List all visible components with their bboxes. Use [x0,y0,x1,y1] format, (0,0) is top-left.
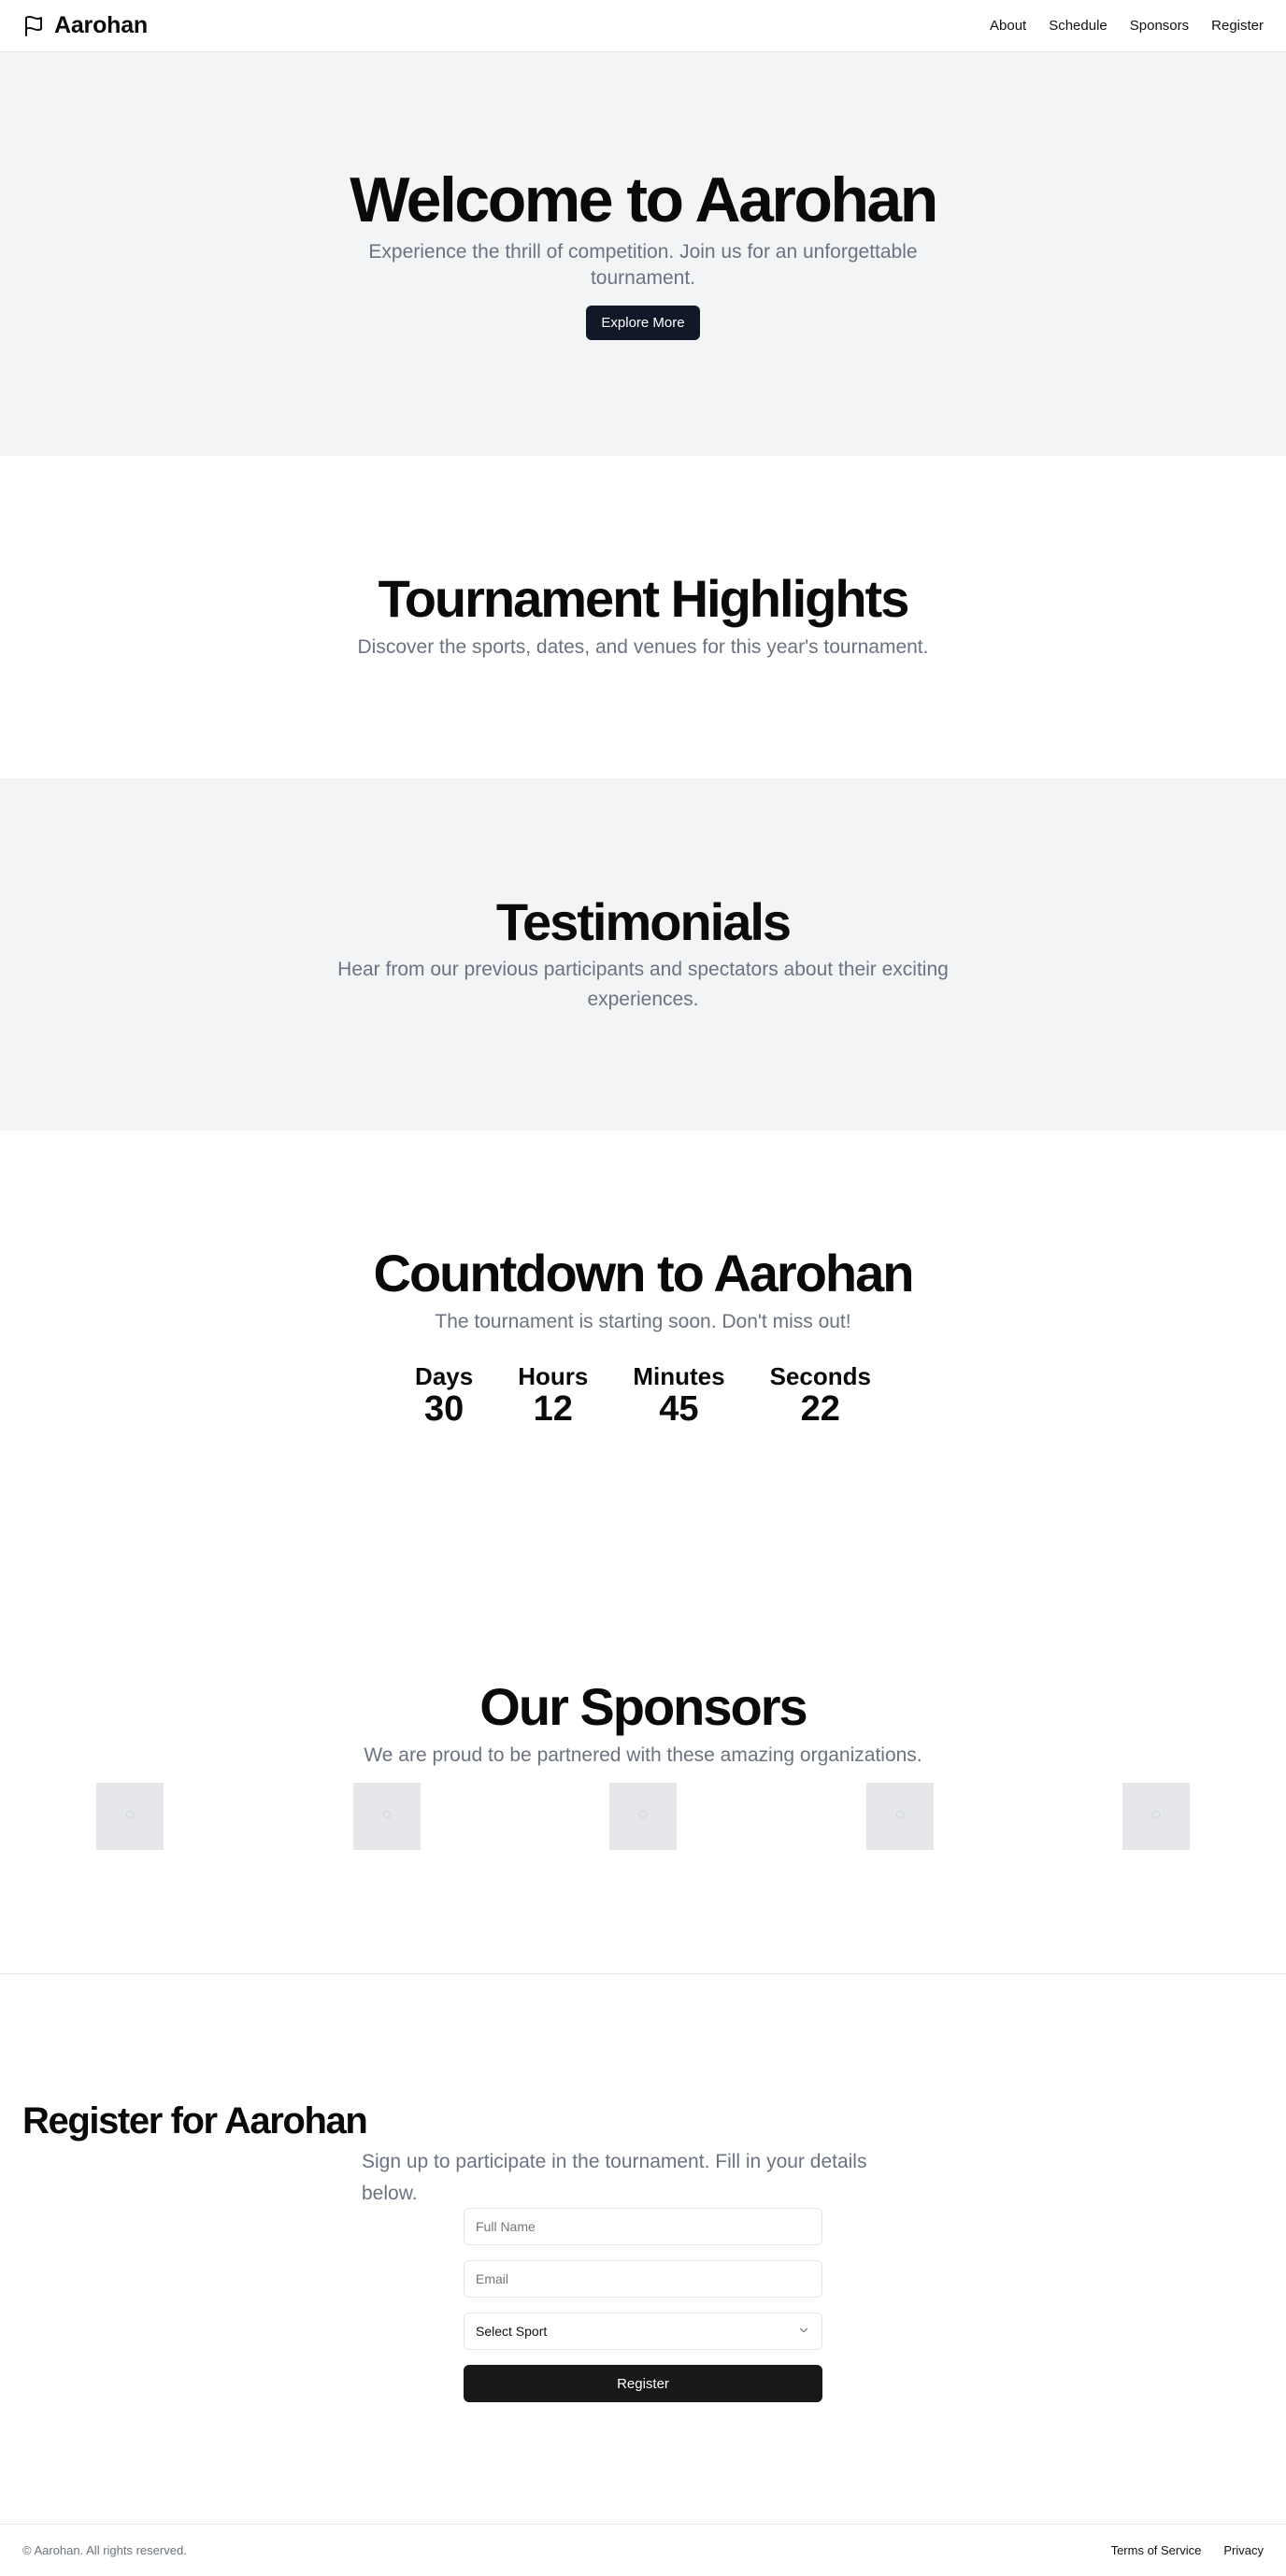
hero-title: Welcome to Aarohan [350,164,938,236]
email-input[interactable] [464,2260,822,2298]
image-placeholder-icon [381,1808,393,1825]
countdown-value: 45 [659,1389,699,1430]
countdown-timer: Days 30 Hours 12 Minutes 45 Seconds 22 [415,1362,871,1429]
countdown-value: 30 [423,1389,464,1430]
testimonials-title: Testimonials [495,891,792,951]
site-footer: © Aarohan. All rights reserved. Terms of… [0,2524,1286,2576]
footer-links: Terms of Service Privacy [1111,2543,1264,2557]
sponsors-section: Our Sponsors We are proud to be partnere… [0,1598,1286,1974]
image-placeholder-icon [637,1808,649,1825]
countdown-subtitle: The tournament is starting soon. Don't m… [435,1310,851,1332]
sponsors-title: Our Sponsors [479,1677,807,1736]
image-placeholder-icon [894,1808,906,1825]
explore-more-button[interactable]: Explore More [586,305,700,340]
chevron-down-icon [797,2324,810,2340]
nav-link-register[interactable]: Register [1211,18,1264,34]
highlights-section: Tournament Highlights Discover the sport… [0,456,1286,778]
image-placeholder-icon [1150,1808,1162,1825]
flag-icon [22,15,45,37]
sponsor-logo-row [0,1783,1286,1851]
image-placeholder-icon [124,1808,136,1825]
nav-link-schedule[interactable]: Schedule [1049,18,1107,34]
countdown-minutes: Minutes 45 [633,1362,724,1429]
brand[interactable]: Aarohan [22,12,148,39]
nav-link-sponsors[interactable]: Sponsors [1130,18,1189,34]
register-form: Select Sport Register [464,2208,822,2402]
hero-section: Welcome to Aarohan Experience the thrill… [0,52,1286,456]
testimonials-section: Testimonials Hear from our previous part… [0,778,1286,1131]
hero-subtitle: Experience the thrill of competition. Jo… [368,241,918,289]
nav-link-about[interactable]: About [990,18,1026,34]
sport-select[interactable]: Select Sport [464,2313,822,2350]
footer-link-privacy[interactable]: Privacy [1223,2543,1264,2557]
countdown-label: Minutes [633,1362,725,1391]
testimonials-subtitle: Hear from our previous participants and … [337,959,949,1010]
register-title: Register for Aarohan [22,2100,368,2142]
sponsor-logo [1122,1783,1190,1851]
countdown-label: Hours [518,1362,589,1391]
countdown-value: 12 [533,1389,573,1430]
countdown-value: 22 [800,1389,840,1430]
main-nav: About Schedule Sponsors Register [990,18,1264,34]
countdown-label: Days [415,1362,474,1391]
site-header: Aarohan About Schedule Sponsors Register [0,0,1286,52]
countdown-section: Countdown to Aarohan The tournament is s… [0,1131,1286,1598]
sponsor-logo [352,1783,421,1851]
copyright-text: © Aarohan. All rights reserved. [22,2543,187,2557]
countdown-seconds: Seconds 22 [770,1362,871,1429]
full-name-input[interactable] [464,2208,822,2245]
sponsor-logo [96,1783,164,1851]
highlights-title: Tournament Highlights [378,569,910,629]
register-section: Register for Aarohan Sign up to particip… [0,1974,1286,2524]
sponsor-logo [609,1783,677,1851]
brand-name: Aarohan [54,12,149,38]
sport-select-value: Select Sport [476,2324,548,2339]
register-subtitle: Sign up to participate in the tournament… [362,2151,867,2204]
countdown-title: Countdown to Aarohan [373,1244,915,1302]
sponsors-subtitle: We are proud to be partnered with these … [364,1743,922,1766]
highlights-subtitle: Discover the sports, dates, and venues f… [357,636,929,659]
countdown-label: Seconds [769,1362,871,1391]
footer-link-terms[interactable]: Terms of Service [1111,2543,1202,2557]
register-submit-button[interactable]: Register [464,2365,822,2402]
sponsor-logo [865,1783,934,1851]
countdown-hours: Hours 12 [518,1362,588,1429]
countdown-days: Days 30 [415,1362,473,1429]
